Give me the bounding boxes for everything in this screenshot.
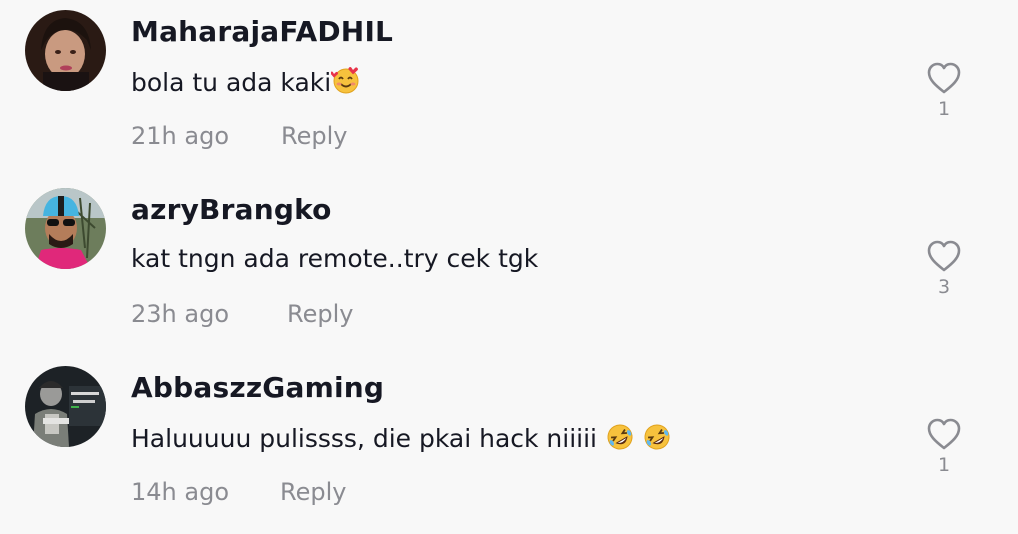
- comment-text-body: bola tu ada kaki: [131, 68, 332, 97]
- comment-item: AbbaszzGaming Haluuuuu pulissss, die pka…: [0, 356, 1018, 534]
- comment-list: MaharajaFADHIL bola tu ada kaki 21h ago …: [0, 0, 1018, 534]
- like-count: 1: [937, 454, 951, 476]
- avatar[interactable]: [25, 10, 106, 91]
- rolling-on-floor-laughing-icon: [605, 422, 635, 452]
- comment-time: 23h ago: [131, 300, 230, 328]
- comment-text: Haluuuuu pulissss, die pkai hack niiiii: [131, 422, 672, 453]
- comment-text-body: kat tngn ada remote..try cek tgk: [131, 244, 539, 273]
- avatar[interactable]: [25, 188, 106, 269]
- like-button[interactable]: 1: [920, 61, 968, 120]
- comment-meta: 23h ago Reply: [131, 300, 353, 328]
- comment-text-body: Haluuuuu pulissss, die pkai hack niiiii: [131, 424, 605, 453]
- comment-text: bola tu ada kaki: [131, 66, 361, 97]
- heart-outline-icon: [920, 417, 968, 451]
- heart-outline-icon: [920, 61, 968, 95]
- reply-button[interactable]: Reply: [281, 122, 347, 150]
- comment-username[interactable]: azryBrangko: [131, 193, 332, 226]
- rolling-on-floor-laughing-icon: [642, 422, 672, 452]
- comment-username[interactable]: MaharajaFADHIL: [131, 15, 393, 48]
- heart-outline-icon: [920, 239, 968, 273]
- avatar[interactable]: [25, 366, 106, 447]
- comment-item: azryBrangko kat tngn ada remote..try cek…: [0, 178, 1018, 356]
- like-button[interactable]: 3: [920, 239, 968, 298]
- reply-button[interactable]: Reply: [280, 478, 346, 506]
- like-count: 1: [937, 98, 951, 120]
- smiling-face-with-hearts-icon: [331, 66, 361, 96]
- comment-text: kat tngn ada remote..try cek tgk: [131, 244, 538, 273]
- like-count: 3: [937, 276, 951, 298]
- comment-time: 21h ago: [131, 122, 230, 150]
- comment-meta: 21h ago Reply: [131, 122, 347, 150]
- reply-button[interactable]: Reply: [287, 300, 353, 328]
- comment-item: MaharajaFADHIL bola tu ada kaki 21h ago …: [0, 0, 1018, 178]
- like-button[interactable]: 1: [920, 417, 968, 476]
- comment-time: 14h ago: [131, 478, 230, 506]
- comment-username[interactable]: AbbaszzGaming: [131, 371, 384, 404]
- comment-meta: 14h ago Reply: [131, 478, 346, 506]
